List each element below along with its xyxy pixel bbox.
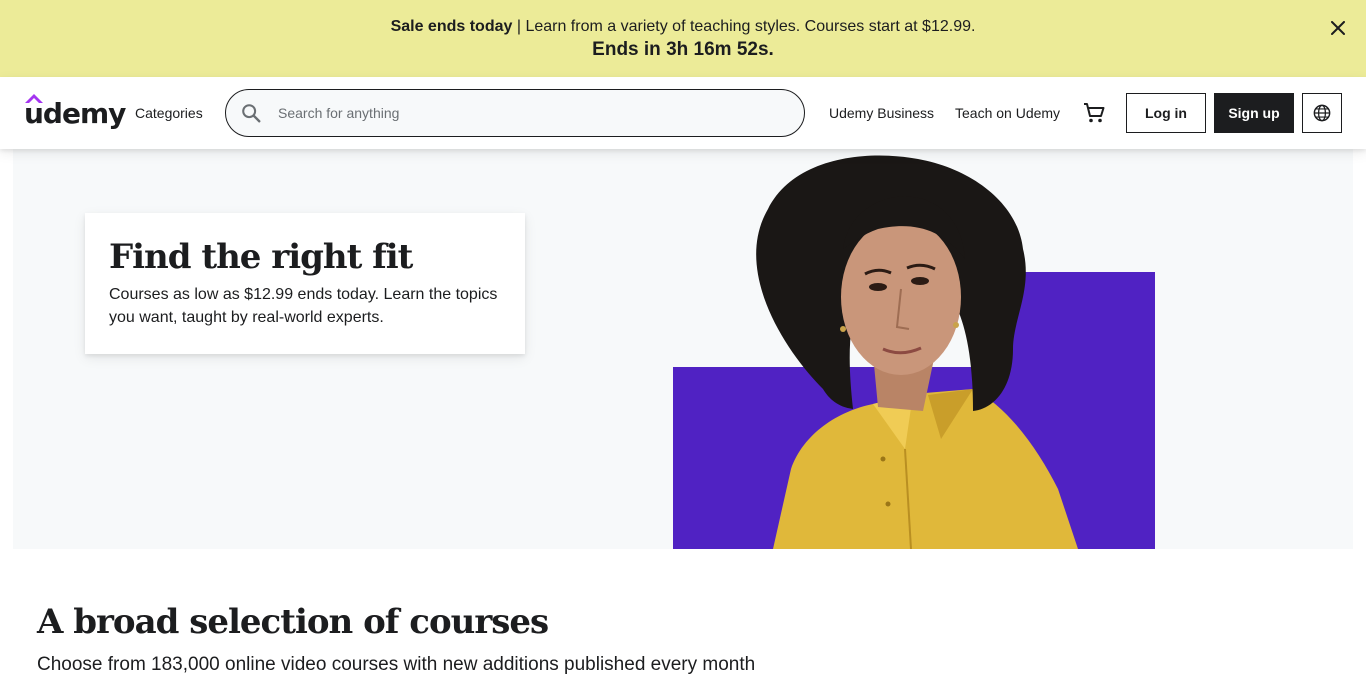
- globe-icon: [1313, 104, 1331, 122]
- logo-hat-icon: [25, 94, 43, 103]
- hero-text: Courses as low as $12.99 ends today. Lea…: [109, 286, 498, 326]
- close-icon: [1331, 21, 1345, 35]
- udemy-logo[interactable]: udemy: [24, 94, 126, 131]
- section-title: A broad selection of courses: [37, 602, 549, 642]
- promo-message: Sale ends today | Learn from a variety o…: [0, 17, 1366, 37]
- promo-text: | Learn from a variety of teaching style…: [512, 18, 976, 35]
- close-banner-button[interactable]: [1326, 16, 1350, 40]
- promo-countdown: Ends in 3h 16m 52s.: [592, 39, 774, 60]
- promo-bold-text: Sale ends today: [390, 18, 513, 35]
- hero-card: Find the right fit Courses as low as $12…: [85, 213, 525, 354]
- search-bar[interactable]: [225, 89, 805, 137]
- search-button[interactable]: [239, 101, 263, 125]
- categories-link[interactable]: Categories: [135, 103, 203, 123]
- cart-button[interactable]: [1082, 101, 1106, 125]
- cart-icon: [1084, 103, 1105, 123]
- language-button[interactable]: [1302, 93, 1342, 133]
- hero-person-image: [673, 155, 1155, 549]
- login-button[interactable]: Log in: [1126, 93, 1206, 133]
- section-subtitle: Choose from 183,000 online video courses…: [37, 654, 756, 675]
- signup-button[interactable]: Sign up: [1214, 93, 1294, 133]
- site-header: udemy Categories Udemy Business Teach on…: [0, 77, 1366, 149]
- search-icon: [242, 104, 261, 123]
- udemy-business-link[interactable]: Udemy Business: [829, 103, 934, 123]
- teach-on-udemy-link[interactable]: Teach on Udemy: [955, 103, 1060, 123]
- search-input[interactable]: [278, 93, 778, 133]
- hero-banner: Find the right fit Courses as low as $12…: [13, 149, 1353, 549]
- promo-banner: Sale ends today | Learn from a variety o…: [0, 0, 1366, 77]
- hero-title: Find the right fit: [109, 237, 413, 277]
